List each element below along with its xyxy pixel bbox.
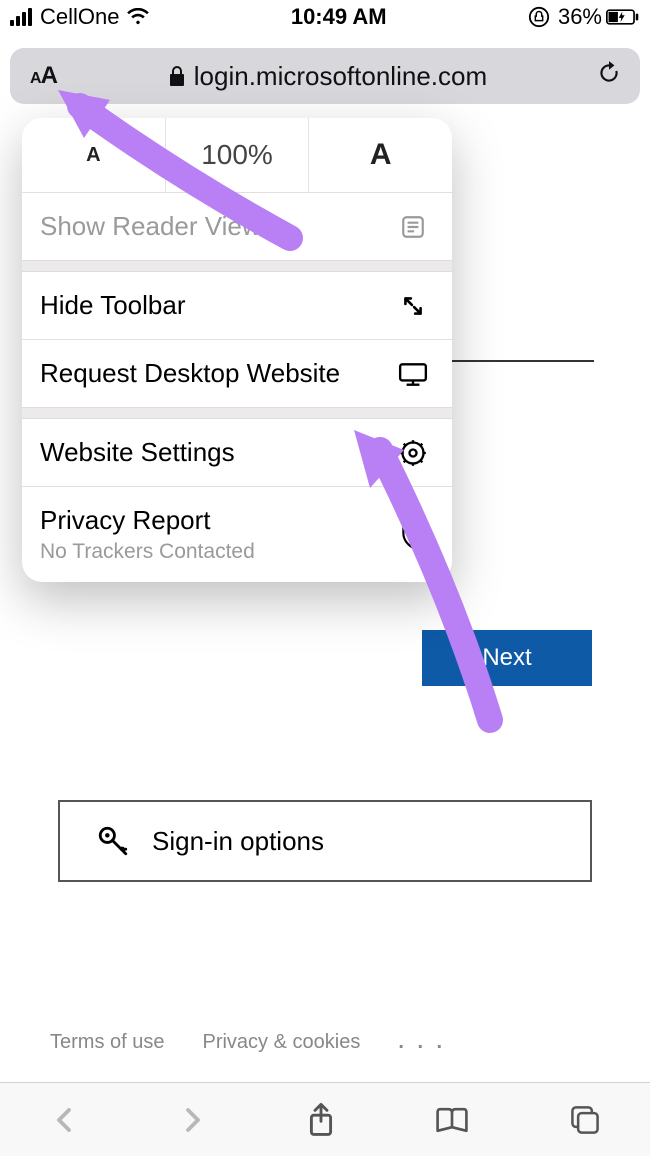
footer-more-button[interactable]: . . . [398,1031,446,1054]
url-bar[interactable]: AA login.microsoftonline.com [10,48,640,104]
zoom-out-button[interactable]: A [22,118,166,192]
zoom-in-button[interactable]: A [309,118,452,192]
status-bar: CellOne 10:49 AM 36% [0,0,650,34]
url-domain: login.microsoftonline.com [194,61,487,92]
reload-button[interactable] [588,54,630,99]
phone-frame: CellOne 10:49 AM 36% AA login.micros [0,0,650,1156]
next-button[interactable]: Next [422,630,592,686]
reader-view-label: Show Reader View [40,211,396,242]
website-settings-item[interactable]: Website Settings [22,419,452,486]
cellular-signal-icon [10,8,32,26]
battery-percent: 36% [558,4,602,30]
expand-arrows-icon [396,293,430,319]
status-time: 10:49 AM [291,4,387,30]
signin-options-label: Sign-in options [152,826,324,857]
tabs-button[interactable] [559,1094,611,1146]
menu-separator [22,407,452,419]
battery-charging-icon [606,8,640,26]
url-display[interactable]: login.microsoftonline.com [67,61,588,92]
zoom-controls: A 100% A [22,118,452,192]
shield-icon [396,520,430,550]
signin-options-button[interactable]: Sign-in options [58,800,592,882]
website-settings-label: Website Settings [40,437,396,468]
safari-bottom-toolbar [0,1082,650,1156]
bookmarks-button[interactable] [424,1095,480,1145]
popover-caret [42,118,70,120]
orientation-lock-icon [528,6,550,28]
footer-terms-link[interactable]: Terms of use [50,1031,164,1054]
zoom-level: 100% [166,118,310,192]
hide-toolbar-label: Hide Toolbar [40,290,396,321]
privacy-report-sub: No Trackers Contacted [40,540,255,564]
reader-view-icon [396,214,430,240]
menu-separator [22,260,452,272]
key-icon [96,824,130,858]
lock-icon [168,65,186,87]
desktop-icon [396,361,430,387]
request-desktop-label: Request Desktop Website [40,358,396,389]
aa-popover-menu: A 100% A Show Reader View Hide Toolbar R… [22,118,452,582]
back-button[interactable] [39,1095,89,1145]
privacy-report-label: Privacy Report [40,505,255,536]
show-reader-view-item: Show Reader View [22,193,452,260]
share-button[interactable] [296,1092,346,1148]
page-footer: Terms of use Privacy & cookies . . . [50,1031,446,1054]
aa-textsize-button[interactable]: AA [20,56,67,96]
footer-privacy-link[interactable]: Privacy & cookies [202,1031,360,1054]
forward-button [168,1095,218,1145]
hide-toolbar-item[interactable]: Hide Toolbar [22,272,452,339]
carrier-name: CellOne [40,4,119,30]
gear-icon [396,439,430,467]
privacy-report-item[interactable]: Privacy Report No Trackers Contacted [22,486,452,582]
wifi-icon [127,8,149,26]
request-desktop-website-item[interactable]: Request Desktop Website [22,339,452,407]
